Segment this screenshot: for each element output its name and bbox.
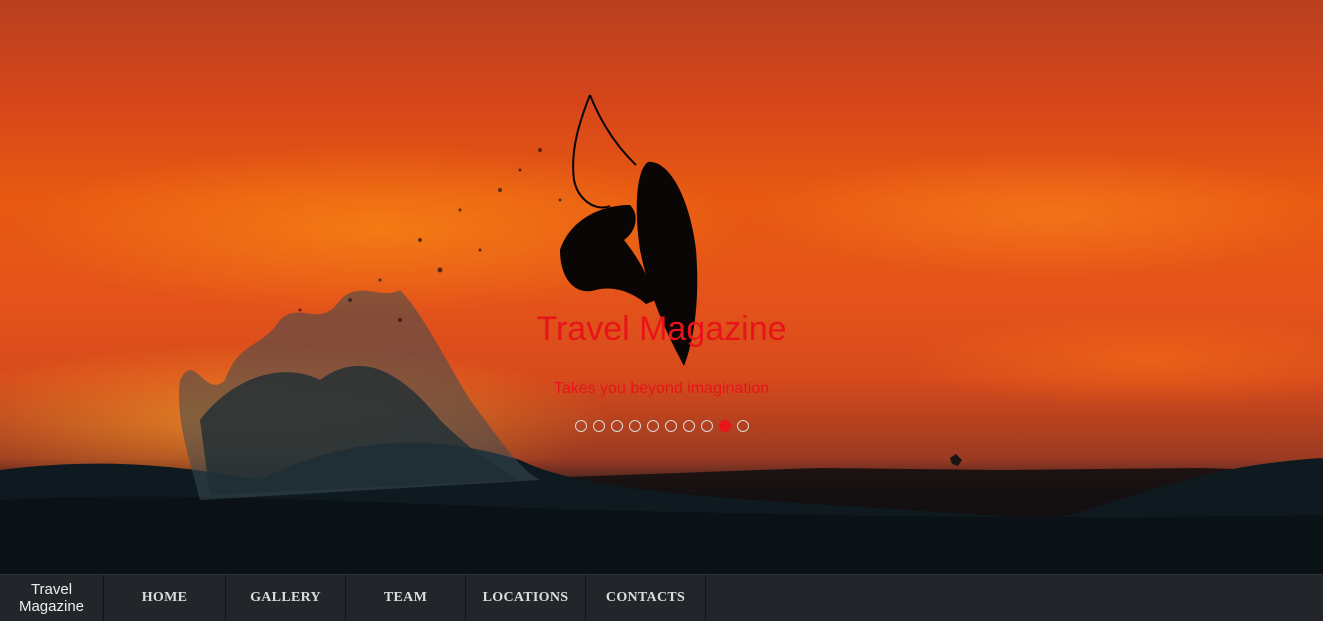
slider-dot-8[interactable]	[701, 420, 713, 432]
hero-background-image	[0, 94, 1323, 574]
slider-dot-3[interactable]	[611, 420, 623, 432]
hero-tagline: Takes you beyond imagination	[553, 380, 770, 397]
slider-dot-10[interactable]	[737, 420, 749, 432]
slider-dot-7[interactable]	[683, 420, 695, 432]
main-navbar: Travel Magazine HOME GALLERY TEAM LOCATI…	[0, 574, 1323, 621]
slider-dot-1[interactable]	[575, 420, 587, 432]
slider-dot-2[interactable]	[593, 420, 605, 432]
nav-brand[interactable]: Travel Magazine	[0, 575, 104, 621]
slider-dot-9[interactable]	[719, 420, 731, 432]
hero-slider: Travel Magazine Takes you beyond imagina…	[0, 0, 1323, 574]
nav-item-home[interactable]: HOME	[104, 575, 226, 621]
hero-title: Travel Magazine	[536, 310, 787, 348]
slider-dot-5[interactable]	[647, 420, 659, 432]
slider-dot-6[interactable]	[665, 420, 677, 432]
nav-item-contacts[interactable]: CONTACTS	[586, 575, 706, 621]
nav-item-locations[interactable]: LOCATIONS	[466, 575, 586, 621]
slider-dot-4[interactable]	[629, 420, 641, 432]
slider-pagination	[575, 420, 749, 434]
nav-item-gallery[interactable]: GALLERY	[226, 575, 346, 621]
nav-item-team[interactable]: TEAM	[346, 575, 466, 621]
